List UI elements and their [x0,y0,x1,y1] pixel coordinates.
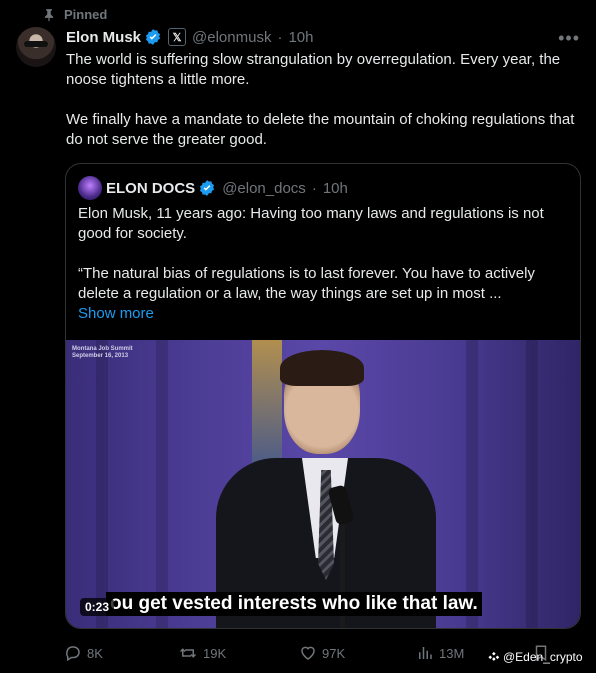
video-event-label: Montana Job Summit September 16, 2013 [72,346,133,360]
pinned-indicator: Pinned [42,7,107,22]
quoted-post[interactable]: ELON DOCS @elon_docs · 10h Elon Musk, 11… [65,163,581,629]
watermark: @Eden_crypto [488,650,583,664]
curtain-fold [526,340,538,628]
quoted-post-text: Elon Musk, 11 years ago: Having too many… [78,204,568,324]
quoted-author-name[interactable]: ELON DOCS [106,180,195,197]
curtain-fold [156,340,168,628]
quoted-author-handle[interactable]: @elon_docs [222,180,306,197]
post-time[interactable]: 10h [288,29,313,46]
verified-badge-icon [198,179,216,197]
separator-dot: · [277,28,283,46]
views-count: 13M [439,645,465,661]
speaker-hair [280,350,364,386]
reply-icon [66,646,80,662]
post-header: Elon Musk 𝕏 @elonmusk · 10h [66,28,313,46]
author-name[interactable]: Elon Musk [66,29,141,46]
author-handle[interactable]: @elonmusk [192,29,271,46]
more-options-icon[interactable]: ••• [558,28,580,49]
post-text-paragraph-2: We finally have a mandate to delete the … [66,111,575,148]
curtain-fold [96,340,108,628]
post-text: The world is suffering slow strangulatio… [66,50,578,170]
repost-count: 19K [203,645,227,661]
repost-icon [179,648,197,658]
video-event-title: Montana Job Summit [72,346,133,352]
affiliate-badge-icon[interactable]: 𝕏 [168,28,187,46]
repost-button[interactable]: 19K [178,644,226,662]
diamond-logo-icon [488,651,500,661]
like-count: 97K [322,645,346,661]
quoted-post-header: ELON DOCS @elon_docs · 10h [78,176,348,200]
author-avatar[interactable] [16,27,56,67]
quoted-text-paragraph-2: “The natural bias of regulations is to l… [78,265,535,302]
quoted-post-time[interactable]: 10h [323,180,348,197]
views-chart-icon [419,647,432,659]
video-event-date: September 16, 2013 [72,353,129,359]
post-text-paragraph-1: The world is suffering slow strangulatio… [66,51,561,88]
like-button[interactable]: 97K [299,644,345,662]
reply-button[interactable]: 8K [64,644,103,662]
video-subtitle: ou get vested interests who like that la… [106,592,482,616]
video-player[interactable]: Montana Job Summit September 16, 2013 ou… [66,340,580,628]
watermark-text: @Eden_crypto [503,650,583,664]
quoted-text-paragraph-1: Elon Musk, 11 years ago: Having too many… [78,205,544,242]
heart-icon [301,646,315,660]
show-more-link[interactable]: Show more [78,304,568,324]
video-timestamp: 0:23 [80,598,115,616]
quoted-author-avatar[interactable] [78,176,102,200]
curtain-fold [466,340,478,628]
pin-icon [44,8,54,21]
separator-dot: · [311,179,317,197]
reply-count: 8K [87,645,103,661]
pinned-label: Pinned [64,7,108,22]
views-button[interactable]: 13M [416,644,464,662]
verified-badge-icon[interactable] [144,28,162,46]
